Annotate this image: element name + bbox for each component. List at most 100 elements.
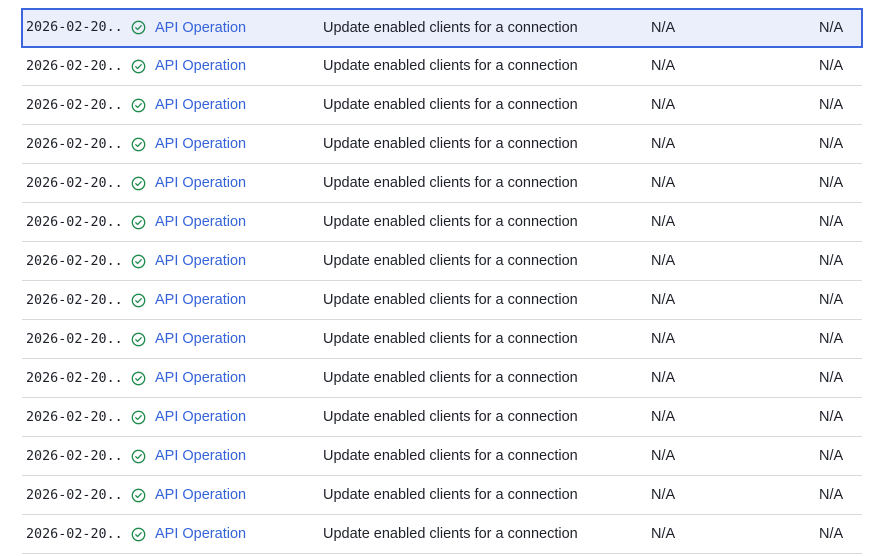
log-description: Update enabled clients for a connection [323,526,578,542]
status-cell [131,515,151,553]
status-cell [131,476,151,514]
log-col5: N/A [819,331,844,347]
log-type-link[interactable]: API Operation [155,320,305,358]
log-description: Update enabled clients for a connection [323,331,578,347]
log-date: 2026-02-20... [26,97,124,113]
log-col4: N/A [651,175,676,191]
log-type-link[interactable]: API Operation [155,476,305,514]
check-circle-icon [131,176,146,190]
check-circle-icon [131,254,146,268]
log-col4: N/A [651,214,676,230]
status-cell [131,359,151,397]
log-col5: N/A [819,19,844,36]
log-description: Update enabled clients for a connection [323,175,578,191]
table-row[interactable]: 2026-02-20... API Operation Update enabl… [22,203,862,242]
log-date: 2026-02-20... [26,331,124,347]
log-col5: N/A [819,370,844,386]
log-type-link[interactable]: API Operation [155,125,305,163]
log-col5: N/A [819,526,844,542]
log-type-link[interactable]: API Operation [155,437,305,475]
check-circle-icon [131,410,146,424]
status-cell [131,203,151,241]
log-col5: N/A [819,136,844,152]
status-cell [131,125,151,163]
log-date: 2026-02-20... [26,58,124,74]
log-type-link[interactable]: API Operation [155,359,305,397]
log-date: 2026-02-20... [26,487,124,503]
log-col4: N/A [651,370,676,386]
log-col4: N/A [651,448,676,464]
log-description: Update enabled clients for a connection [323,253,578,269]
log-date: 2026-02-20... [26,175,124,191]
log-type-link[interactable]: API Operation [155,164,305,202]
check-circle-icon [131,98,146,112]
log-col4: N/A [651,19,676,36]
log-col4: N/A [651,331,676,347]
log-col5: N/A [819,175,844,191]
log-col4: N/A [651,97,676,113]
logs-table: 2026-02-20... API Operation Update enabl… [21,8,863,554]
log-type-link[interactable]: API Operation [155,515,305,553]
log-col5: N/A [819,214,844,230]
table-row[interactable]: 2026-02-20... API Operation Update enabl… [22,47,862,86]
log-date: 2026-02-20... [26,448,124,464]
log-col4: N/A [651,136,676,152]
log-type-link[interactable]: API Operation [155,281,305,319]
status-cell [131,320,151,358]
log-date: 2026-02-20... [26,214,124,230]
table-row[interactable]: 2026-02-20... API Operation Update enabl… [22,281,862,320]
log-type-link[interactable]: API Operation [155,203,305,241]
log-description: Update enabled clients for a connection [323,58,578,74]
check-circle-icon [131,488,146,502]
check-circle-icon [131,527,146,541]
log-description: Update enabled clients for a connection [323,487,578,503]
status-cell [131,281,151,319]
status-cell [131,164,151,202]
status-cell [131,242,151,280]
log-description: Update enabled clients for a connection [323,292,578,308]
table-row[interactable]: 2026-02-20... API Operation Update enabl… [22,320,862,359]
status-cell [131,9,151,46]
log-col4: N/A [651,487,676,503]
log-col5: N/A [819,253,844,269]
log-date: 2026-02-20... [26,20,124,35]
check-circle-icon [131,332,146,346]
log-description: Update enabled clients for a connection [323,214,578,230]
log-description: Update enabled clients for a connection [323,448,578,464]
log-description: Update enabled clients for a connection [323,19,578,36]
log-col5: N/A [819,292,844,308]
check-circle-icon [131,371,146,385]
log-type-link[interactable]: API Operation [155,242,305,280]
status-cell [131,47,151,85]
log-col4: N/A [651,292,676,308]
check-circle-icon [131,20,146,35]
table-row[interactable]: 2026-02-20... API Operation Update enabl… [21,8,863,48]
check-circle-icon [131,215,146,229]
table-row[interactable]: 2026-02-20... API Operation Update enabl… [22,476,862,515]
log-col5: N/A [819,97,844,113]
log-date: 2026-02-20... [26,253,124,269]
log-col5: N/A [819,58,844,74]
log-type-link[interactable]: API Operation [155,86,305,124]
table-row[interactable]: 2026-02-20... API Operation Update enabl… [22,359,862,398]
status-cell [131,437,151,475]
log-col4: N/A [651,253,676,269]
status-cell [131,86,151,124]
table-row[interactable]: 2026-02-20... API Operation Update enabl… [22,86,862,125]
log-type-link[interactable]: API Operation [155,398,305,436]
log-date: 2026-02-20... [26,136,124,152]
table-row[interactable]: 2026-02-20... API Operation Update enabl… [22,437,862,476]
log-description: Update enabled clients for a connection [323,136,578,152]
check-circle-icon [131,137,146,151]
table-row[interactable]: 2026-02-20... API Operation Update enabl… [22,398,862,437]
table-row[interactable]: 2026-02-20... API Operation Update enabl… [22,164,862,203]
check-circle-icon [131,449,146,463]
log-col5: N/A [819,487,844,503]
log-type-link[interactable]: API Operation [155,47,305,85]
table-row[interactable]: 2026-02-20... API Operation Update enabl… [22,515,862,554]
log-col5: N/A [819,448,844,464]
log-type-link[interactable]: API Operation [155,9,305,46]
log-date: 2026-02-20... [26,370,124,386]
table-row[interactable]: 2026-02-20... API Operation Update enabl… [22,242,862,281]
table-row[interactable]: 2026-02-20... API Operation Update enabl… [22,125,862,164]
